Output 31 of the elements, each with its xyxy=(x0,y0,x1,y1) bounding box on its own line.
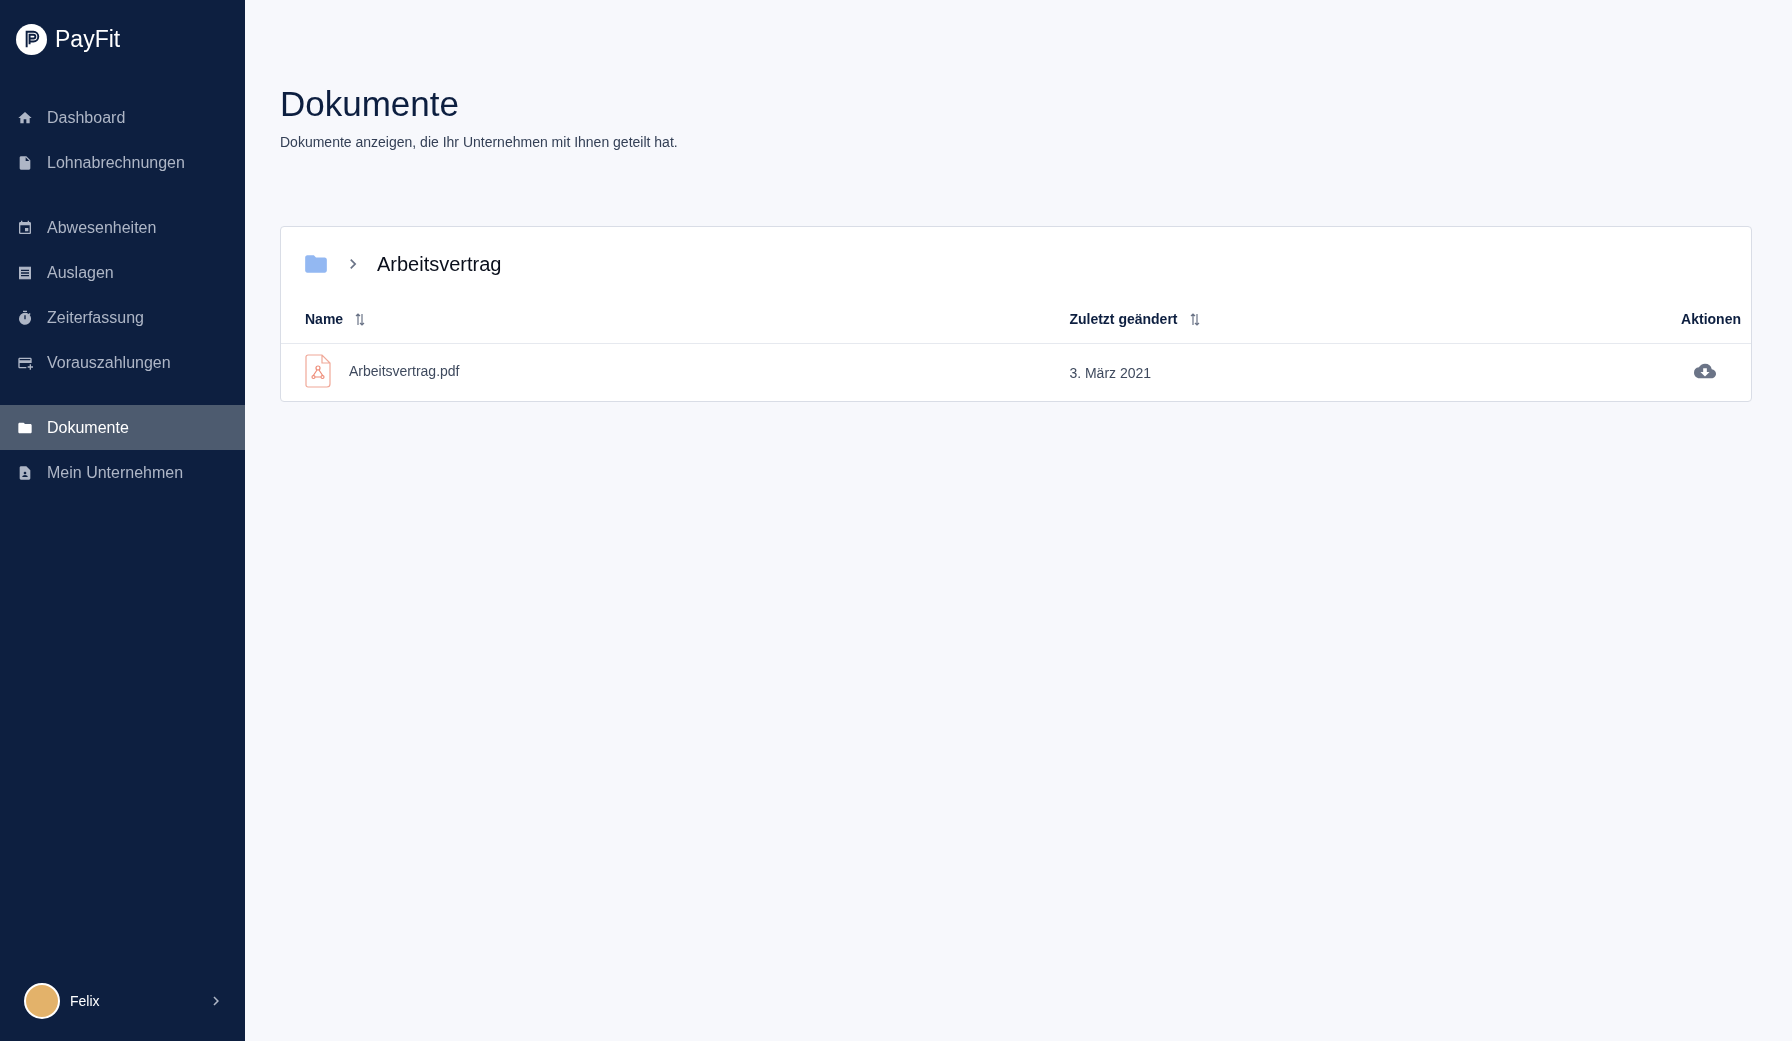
nav-item[interactable]: Mein Unternehmen xyxy=(0,450,245,495)
nav-item[interactable]: Abwesenheiten xyxy=(0,205,245,250)
contact-card-icon xyxy=(17,464,33,481)
pdf-file-icon xyxy=(305,354,331,388)
user-menu[interactable]: Felix xyxy=(0,981,245,1021)
sort-icon[interactable] xyxy=(355,312,366,326)
column-label: Name xyxy=(305,311,344,327)
nav-item[interactable]: Dashboard xyxy=(0,95,245,140)
nav-item[interactable]: Vorauszahlungen xyxy=(0,340,245,385)
nav-item[interactable]: Dokumente xyxy=(0,405,245,450)
house-icon xyxy=(17,109,33,126)
column-header[interactable]: Name xyxy=(281,295,1046,344)
stopwatch-icon xyxy=(17,309,33,326)
calendar-icon xyxy=(17,219,33,236)
column-header[interactable]: Zuletzt geändert xyxy=(1045,295,1495,344)
table-cell: 3. März 2021 xyxy=(1045,343,1495,401)
nav-item[interactable]: Zeiterfassung xyxy=(0,295,245,340)
column-label: Aktionen xyxy=(1681,311,1741,327)
breadcrumb-current: Arbeitsvertrag xyxy=(377,252,502,276)
logo-icon xyxy=(16,24,47,55)
column-label: Zuletzt geändert xyxy=(1069,311,1178,327)
file-name[interactable]: Arbeitsvertrag.pdf xyxy=(349,363,460,379)
document-icon xyxy=(17,154,33,171)
nav-item[interactable]: Auslagen xyxy=(0,250,245,295)
brand-name: PayFit xyxy=(55,26,121,53)
avatar xyxy=(24,983,60,1019)
sort-icon[interactable] xyxy=(1189,312,1200,326)
receipt-icon xyxy=(17,264,33,281)
page-title: Dokumente xyxy=(280,84,460,124)
nav-item[interactable]: Lohnabrechnungen xyxy=(0,140,245,185)
page-subtitle: Dokumente anzeigen, die Ihr Unternehmen mit Ihnen geteilt hat. xyxy=(280,134,679,150)
